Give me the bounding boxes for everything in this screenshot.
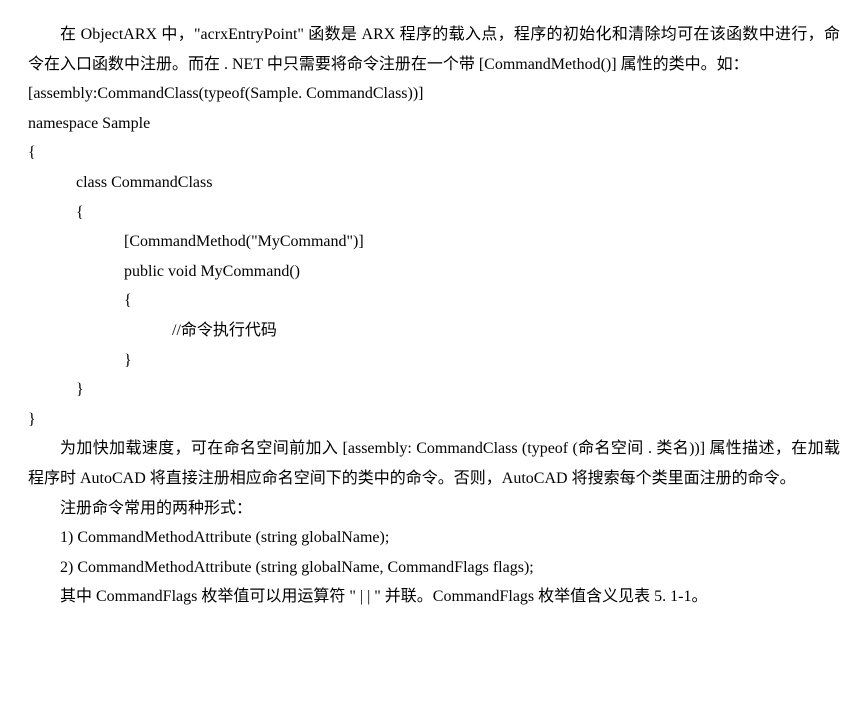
code-line: class CommandClass (28, 168, 840, 198)
code-line: [CommandMethod("MyCommand")] (28, 227, 840, 257)
code-line: } (28, 405, 840, 435)
code-line: { (28, 198, 840, 228)
code-line: public void MyCommand() (28, 257, 840, 287)
paragraph-forms: 注册命令常用的两种形式： (28, 494, 840, 524)
code-line: //命令执行代码 (28, 316, 840, 346)
code-line: namespace Sample (28, 109, 840, 139)
list-item-2: 2) CommandMethodAttribute (string global… (28, 553, 840, 583)
code-line: [assembly:CommandClass(typeof(Sample. Co… (28, 79, 840, 109)
paragraph-objectarx: 在 ObjectARX 中，"acrxEntryPoint" 函数是 ARX 程… (28, 20, 840, 79)
list-item-1: 1) CommandMethodAttribute (string global… (28, 523, 840, 553)
paragraph-commandflags: 其中 CommandFlags 枚举值可以用运算符 " | | " 并联。Com… (28, 582, 840, 612)
paragraph-speedup: 为加快加载速度，可在命名空间前加入 [assembly: CommandClas… (28, 434, 840, 493)
code-block: [assembly:CommandClass(typeof(Sample. Co… (28, 79, 840, 434)
code-line: } (28, 375, 840, 405)
code-line: } (28, 346, 840, 376)
code-line: { (28, 138, 840, 168)
code-line: { (28, 286, 840, 316)
